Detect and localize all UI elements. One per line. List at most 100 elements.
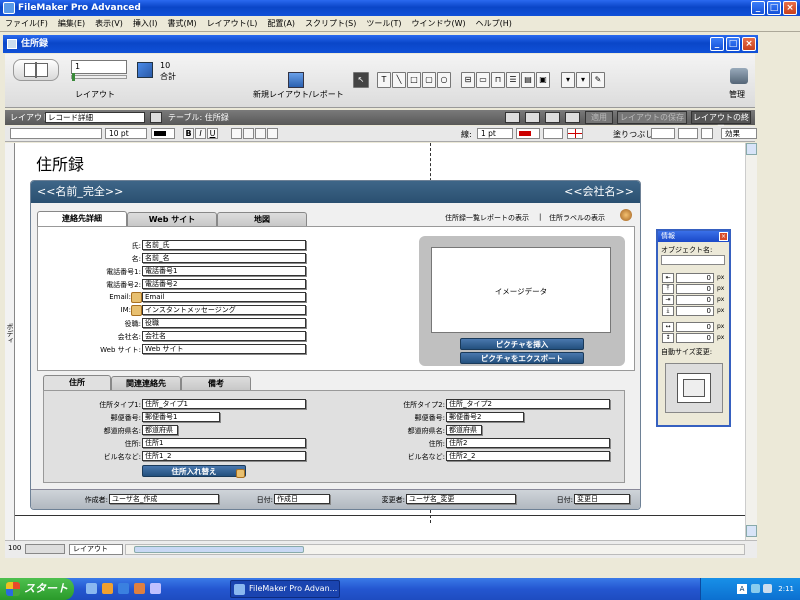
company-name-field[interactable]: <<会社名>> [564,181,634,203]
maximize-icon[interactable]: □ [767,1,781,15]
desktop-quick-icon[interactable] [86,583,97,594]
italic-button[interactable]: I [195,128,206,139]
zoom-controls-icon[interactable] [25,544,65,554]
book-navigator-icon[interactable] [13,59,59,81]
menu-file[interactable]: ファイル(F) [0,16,53,32]
layout-select[interactable]: レコード詳細 [45,112,145,123]
ime-indicator[interactable]: A [737,584,747,594]
align-center-icon[interactable] [243,128,254,139]
rectangle-tool-icon[interactable]: □ [407,72,421,88]
menu-edit[interactable]: 編集(E) [53,16,90,32]
line-width-select[interactable]: 1 pt [477,128,513,139]
new-layout-icon[interactable] [288,72,304,88]
underline-button[interactable]: U [207,128,218,139]
doc-minimize-icon[interactable]: _ [710,37,724,51]
subtab-notes[interactable]: 備考 [181,376,251,390]
address1-2-field[interactable]: 住所1_2 [142,451,306,461]
phone1-field[interactable]: 電話番号1 [142,266,306,276]
subtab-related-contacts[interactable]: 関連連絡先 [111,376,181,390]
menu-format[interactable]: 書式(M) [162,16,201,32]
media-quick-icon[interactable] [134,583,145,594]
top-position-input[interactable]: 0 [676,284,714,294]
tray-volume-icon[interactable] [763,584,772,593]
line-color-select[interactable] [516,128,540,139]
manage-label[interactable]: 管理 [729,89,745,100]
menu-arrange[interactable]: 配置(A) [262,16,300,32]
menu-scripts[interactable]: スクリプト(S) [300,16,361,32]
right-position-input[interactable]: 0 [676,295,714,305]
created-by-field[interactable]: ユーザ名_作成 [109,494,219,504]
modified-by-field[interactable]: ユーザ名_変更 [406,494,516,504]
new-layout-label[interactable]: 新規レイアウト/レポート [253,89,344,100]
bottom-position-input[interactable]: 0 [676,306,714,316]
font-size-select[interactable]: 10 pt [105,128,147,139]
vertical-scrollbar[interactable] [745,143,757,540]
font-select[interactable] [10,128,102,139]
align-left-icon[interactable] [231,128,242,139]
ie-quick-icon[interactable] [118,583,129,594]
tab-map[interactable]: 地図 [217,212,307,226]
oval-tool-icon[interactable]: ○ [437,72,451,88]
firefox-quick-icon[interactable] [102,583,113,594]
export-picture-button[interactable]: ピクチャをエクスポート [460,352,584,364]
menu-view[interactable]: 表示(V) [90,16,128,32]
width-input[interactable]: 0 [676,322,714,332]
zoom-level[interactable]: 100 [8,544,21,552]
doc-close-icon[interactable]: × [742,37,756,51]
left-position-input[interactable]: 0 [676,273,714,283]
address1-field[interactable]: 住所1 [142,438,306,448]
address-type2-field[interactable]: 住所_タイプ2 [446,399,610,409]
phone2-field[interactable]: 電話番号2 [142,279,306,289]
horizontal-scrollbar[interactable] [125,544,745,555]
address-labels-link[interactable]: 住所ラベルの表示 [549,213,605,223]
clock[interactable]: 2:11 [778,585,794,593]
prefecture1-field[interactable]: 都道府県 [142,425,178,435]
menu-layout[interactable]: レイアウト(L) [202,16,263,32]
record-slider[interactable] [71,73,127,81]
portal-tool-icon[interactable]: ☰ [506,72,520,88]
text-tool-icon[interactable]: T [377,72,391,88]
info-icon[interactable] [545,112,560,123]
address2-field[interactable]: 住所2 [446,438,610,448]
fill-style-icon[interactable] [701,128,713,139]
text-style-icon[interactable] [565,112,580,123]
brush-tool-icon[interactable]: ✎ [591,72,605,88]
email-field[interactable]: Email [142,292,306,302]
postal-code1-field[interactable]: 郵便番号1 [142,412,220,422]
save-layout-button[interactable]: レイアウトの保存 [617,111,687,124]
list-report-link[interactable]: 住所録一覧レポートの表示 [445,213,529,223]
job-title-field[interactable]: 役職 [142,318,306,328]
format-painter-icon[interactable]: ▾ [561,72,575,88]
website-field[interactable]: Web サイト [142,344,306,354]
first-name-field[interactable]: 名前_名 [142,253,306,263]
im-field[interactable]: インスタントメッセージング [142,305,306,315]
swap-address-button[interactable]: 住所入れ替え [142,465,246,477]
modified-date-field[interactable]: 変更日 [574,494,630,504]
body-part-label[interactable]: ボディ [5,323,15,344]
apply-button[interactable]: 適用 [585,111,613,124]
subtab-address[interactable]: 住所 [43,375,111,390]
align-right-icon[interactable] [255,128,266,139]
button-tool-icon[interactable]: ▭ [476,72,490,88]
tab-contact-details[interactable]: 連絡先詳細 [37,211,127,226]
close-icon[interactable]: × [783,1,797,15]
menu-help[interactable]: ヘルプ(H) [471,16,517,32]
info-close-icon[interactable]: × [719,232,728,241]
layout-chart-icon[interactable] [137,62,153,78]
layout-number-input[interactable]: 1 [71,60,127,74]
minimize-icon[interactable]: _ [751,1,765,15]
insert-picture-button[interactable]: ピクチャを挿入 [460,338,584,350]
tab-web-site[interactable]: Web サイト [127,212,217,226]
contact-person-icon[interactable] [620,209,632,221]
border-icon[interactable] [567,128,583,139]
height-input[interactable]: 0 [676,333,714,343]
tray-network-icon[interactable] [751,584,760,593]
quicklaunch-icon[interactable] [150,583,161,594]
postal-code2-field[interactable]: 郵便番号2 [446,412,524,422]
pointer-tool-icon[interactable]: ↖ [353,72,369,88]
text-color-select[interactable] [151,128,175,139]
email-send-icon[interactable] [131,292,142,303]
line-tool-icon[interactable]: ╲ [392,72,406,88]
object-name-input[interactable] [661,255,725,265]
line-pattern-select[interactable] [543,128,563,139]
